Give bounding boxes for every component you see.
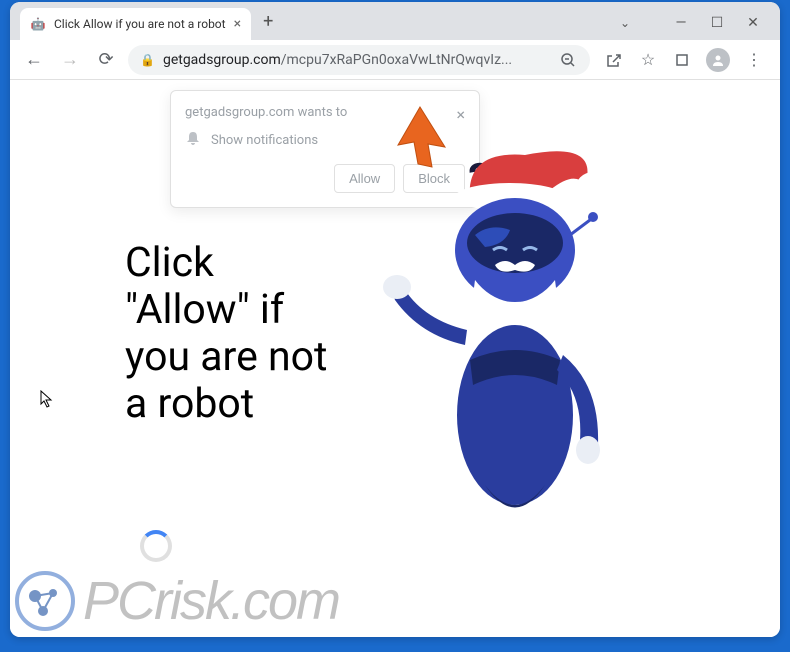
extensions-icon[interactable]	[672, 50, 692, 70]
minimize-button[interactable]: —	[674, 16, 688, 30]
forward-button[interactable]: →	[56, 46, 84, 74]
bookmark-icon[interactable]: ☆	[638, 50, 658, 70]
watermark: PCrisk.com	[15, 570, 775, 632]
robot-santa-image	[375, 135, 675, 539]
browser-window: 🤖 Click Allow if you are not a robot × +…	[10, 2, 780, 637]
share-icon[interactable]	[604, 50, 624, 70]
menu-icon[interactable]: ⋮	[744, 50, 764, 70]
reload-button[interactable]: ⟳	[92, 46, 120, 74]
tab-favicon-icon: 🤖	[30, 16, 46, 32]
new-tab-button[interactable]: +	[263, 11, 273, 32]
page-content: getgadsgroup.com wants to × Show notific…	[10, 80, 780, 637]
loading-spinner-icon	[140, 530, 172, 562]
close-window-button[interactable]: ✕	[746, 16, 760, 30]
browser-tab[interactable]: 🤖 Click Allow if you are not a robot ×	[20, 8, 251, 40]
page-heading: Click "Allow" if you are not a robot	[125, 240, 327, 429]
tab-title: Click Allow if you are not a robot	[54, 17, 226, 31]
watermark-logo-icon	[15, 571, 75, 631]
bell-icon	[185, 130, 201, 150]
notification-body: Show notifications	[211, 133, 318, 148]
window-controls: ⌄ — ☐ ✕	[618, 16, 770, 40]
notification-close-icon[interactable]: ×	[456, 105, 465, 124]
notification-title: getgadsgroup.com wants to	[185, 105, 347, 120]
toolbar: ← → ⟳ 🔒 getgadsgroup.com/mcpu7xRaPGn0oxa…	[10, 40, 780, 80]
url-text: getgadsgroup.com/mcpu7xRaPGn0oxaVwLtNrQw…	[163, 52, 550, 68]
titlebar: 🤖 Click Allow if you are not a robot × +…	[10, 2, 780, 40]
profile-icon[interactable]	[706, 48, 730, 72]
maximize-button[interactable]: ☐	[710, 16, 724, 30]
padlock-icon[interactable]: 🔒	[140, 53, 155, 67]
toolbar-actions: ☆ ⋮	[598, 48, 770, 72]
address-bar[interactable]: 🔒 getgadsgroup.com/mcpu7xRaPGn0oxaVwLtNr…	[128, 45, 590, 75]
back-button[interactable]: ←	[20, 46, 48, 74]
zoom-icon[interactable]	[558, 50, 578, 70]
watermark-text: PCrisk.com	[83, 570, 339, 632]
cursor-icon	[40, 390, 54, 412]
arrow-pointer-icon	[390, 102, 450, 176]
dropdown-icon[interactable]: ⌄	[618, 16, 632, 30]
tab-close-icon[interactable]: ×	[234, 16, 241, 32]
